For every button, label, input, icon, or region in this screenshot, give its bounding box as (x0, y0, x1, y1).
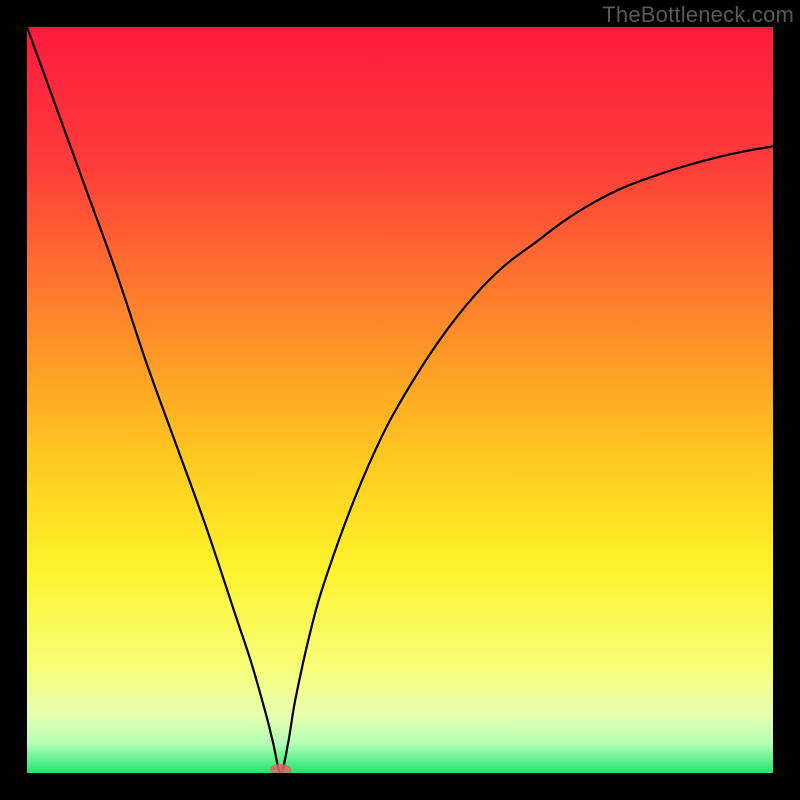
gradient-background (27, 27, 773, 773)
watermark-text: TheBottleneck.com (602, 2, 794, 28)
plot-area (27, 27, 773, 773)
chart-svg (27, 27, 773, 773)
chart-frame: TheBottleneck.com (0, 0, 800, 800)
